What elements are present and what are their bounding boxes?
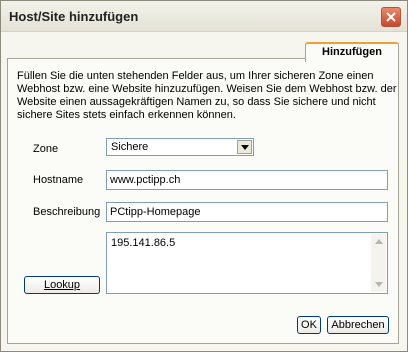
beschreibung-input[interactable]: PCtipp-Homepage: [106, 202, 388, 222]
tab-hinzufuegen[interactable]: Hinzufügen: [305, 42, 399, 62]
ip-address-textarea[interactable]: 195.141.86.5: [106, 232, 388, 294]
scroll-up-arrow-icon[interactable]: [371, 234, 386, 249]
hostname-input[interactable]: www.pctipp.ch: [106, 170, 388, 190]
ok-button[interactable]: OK: [297, 316, 321, 334]
zone-label: Zone: [33, 143, 59, 155]
cancel-button[interactable]: Abbrechen: [327, 316, 389, 334]
close-button[interactable]: [381, 7, 401, 27]
instructions-text: Füllen Sie die unten stehenden Felder au…: [17, 70, 397, 121]
beschreibung-label: Beschreibung: [33, 206, 101, 218]
zone-select[interactable]: Sichere: [106, 138, 254, 156]
lookup-button[interactable]: Lookup: [24, 276, 100, 294]
lookup-button-label: Lookup: [43, 279, 81, 291]
zone-selected-value: Sichere: [111, 141, 149, 153]
dropdown-arrow-icon[interactable]: [237, 140, 252, 154]
hostname-label: Hostname: [33, 174, 84, 186]
scroll-down-arrow-icon[interactable]: [371, 277, 386, 292]
ip-address-value: 195.141.86.5: [111, 237, 176, 249]
close-icon: [386, 12, 396, 22]
window-title: Host/Site hinzufügen: [9, 9, 139, 24]
textarea-scrollbar[interactable]: [371, 234, 386, 292]
title-bar[interactable]: Host/Site hinzufügen: [1, 1, 407, 32]
